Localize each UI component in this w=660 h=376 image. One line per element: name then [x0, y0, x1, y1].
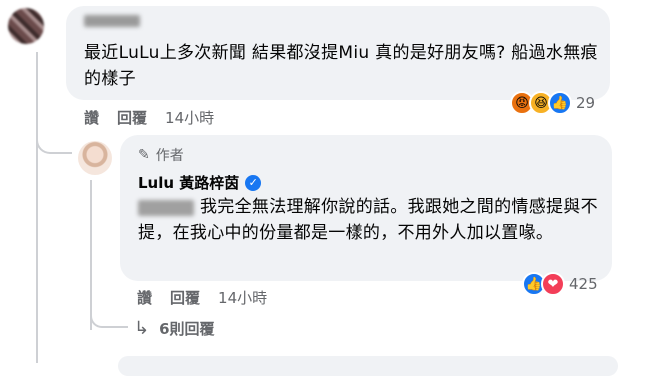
reply-button[interactable]: 回覆 — [117, 107, 147, 128]
reply-thread-connector — [90, 304, 128, 328]
view-replies-button[interactable]: ↳ 6則回覆 — [134, 318, 215, 339]
timestamp[interactable]: 14小時 — [165, 107, 214, 128]
reply-button[interactable]: 回覆 — [170, 287, 200, 308]
reply-arrow-icon: ↳ — [134, 318, 150, 339]
author-name-row: Lulu 黃路梓茵 ✓ — [138, 172, 262, 193]
comment-text: 最近LuLu上多次新聞 結果都沒提Miu 真的是好朋友嗎? 船過水無痕的樣子 — [84, 43, 598, 89]
like-button[interactable]: 讚 — [137, 287, 152, 308]
reply-text: 我完全無法理解你說的話。我跟她之間的情感提與不提，在我心中的份量都是一樣的，不用… — [138, 197, 598, 243]
timestamp[interactable]: 14小時 — [218, 287, 267, 308]
reaction-count: 425 — [569, 275, 598, 293]
comment-actions: 讚 回覆 14小時 — [84, 107, 214, 128]
pencil-icon: ✎ — [138, 147, 150, 163]
author-avatar[interactable] — [78, 141, 112, 175]
like-button[interactable]: 讚 — [84, 107, 99, 128]
commenter-name-redacted[interactable] — [84, 15, 140, 27]
author-name[interactable]: Lulu 黃路梓茵 — [138, 172, 239, 193]
reaction-count: 29 — [576, 94, 596, 112]
love-icon: ❤ — [541, 272, 565, 296]
author-badge-label: 作者 — [155, 148, 184, 164]
thread-line — [36, 52, 38, 363]
view-replies-label: 6則回覆 — [159, 320, 215, 338]
reply-reactions[interactable]: 👍 ❤ 425 — [522, 272, 598, 296]
commenter-avatar[interactable] — [8, 8, 44, 44]
author-badge: ✎ 作者 — [138, 145, 184, 165]
thread-connector — [36, 118, 72, 154]
next-comment-bubble — [118, 356, 618, 376]
verified-badge-icon: ✓ — [245, 174, 262, 191]
like-icon: 👍 — [548, 91, 572, 115]
reply-actions: 讚 回覆 14小時 — [137, 287, 267, 308]
comment-reactions[interactable]: 😡 😆 👍 29 — [510, 91, 595, 115]
